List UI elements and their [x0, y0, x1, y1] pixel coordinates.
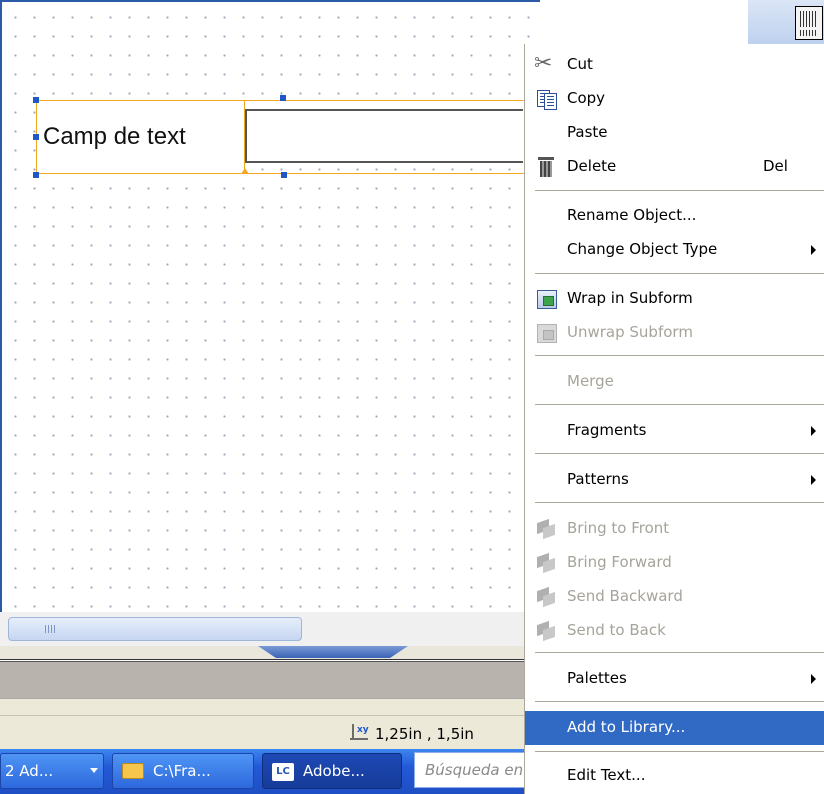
- bring-forward-icon: [536, 553, 558, 573]
- palette-icon[interactable]: [795, 6, 823, 40]
- chevron-down-icon: [90, 768, 98, 773]
- livecycle-icon: LC: [272, 763, 294, 781]
- menu-separator: [535, 404, 824, 405]
- menu-item-palettes[interactable]: Palettes: [525, 662, 824, 696]
- taskbar-item-label: 2 Ad...: [5, 762, 54, 780]
- trash-icon: [536, 157, 558, 177]
- selection-handle[interactable]: [280, 95, 286, 101]
- menu-item-change-object-type[interactable]: Change Object Type: [525, 233, 824, 267]
- menu-item-merge[interactable]: Merge: [525, 365, 824, 399]
- menu-item-label: Send Backward: [567, 587, 683, 605]
- bring-to-front-icon: [536, 519, 558, 539]
- menu-item-label: Bring to Front: [567, 519, 670, 537]
- menu-item-cut[interactable]: Cut: [525, 48, 824, 82]
- menu-item-label: Fragments: [567, 421, 647, 439]
- menu-separator: [535, 453, 824, 454]
- menu-separator: [535, 273, 824, 274]
- menu-item-bring-to-front[interactable]: Bring to Front: [525, 512, 824, 546]
- context-menu: Cut Copy Paste Delete Del Rename Object.…: [524, 44, 824, 794]
- menu-separator: [535, 355, 824, 356]
- text-field-caption-box[interactable]: Camp de text: [36, 100, 245, 174]
- menu-item-patterns[interactable]: Patterns: [525, 463, 824, 497]
- menu-item-bring-forward[interactable]: Bring Forward: [525, 546, 824, 580]
- menu-item-label: Bring Forward: [567, 553, 672, 571]
- wrap-subform-icon: [536, 289, 558, 309]
- taskbar-search-input[interactable]: Búsqueda en: [414, 752, 540, 788]
- menu-separator: [535, 190, 824, 191]
- menu-item-send-to-back[interactable]: Send to Back: [525, 614, 824, 648]
- grip-icon: [45, 625, 57, 633]
- menu-item-label: Wrap in Subform: [567, 289, 693, 307]
- menu-item-add-to-library[interactable]: Add to Library...: [525, 711, 824, 745]
- selection-handle[interactable]: [281, 172, 287, 178]
- selection-handle[interactable]: [33, 134, 39, 140]
- menu-separator: [535, 701, 824, 702]
- menu-item-label: Delete: [567, 157, 617, 175]
- menu-item-send-backward[interactable]: Send Backward: [525, 580, 824, 614]
- design-canvas[interactable]: [0, 0, 540, 612]
- menu-separator: [535, 652, 824, 653]
- text-field-input[interactable]: [245, 109, 523, 163]
- tab-bar: [0, 661, 540, 699]
- splitter-toggle-tab[interactable]: [258, 646, 408, 658]
- menu-item-label: Merge: [567, 372, 614, 390]
- menu-item-paste[interactable]: Paste: [525, 116, 824, 150]
- menu-separator: [535, 751, 824, 752]
- menu-item-label: Cut: [567, 55, 593, 73]
- unwrap-subform-icon: [536, 323, 558, 343]
- menu-item-fragments[interactable]: Fragments: [525, 414, 824, 448]
- text-field-caption: Camp de text: [43, 123, 186, 150]
- menu-item-label: Rename Object...: [567, 206, 697, 224]
- send-to-back-icon: [536, 621, 558, 641]
- menu-item-label: Change Object Type: [567, 240, 718, 258]
- caption-split-handle[interactable]: [241, 168, 249, 174]
- submenu-arrow-icon: [811, 426, 816, 436]
- menu-item-label: Patterns: [567, 470, 629, 488]
- menu-item-label: Add to Library...: [567, 718, 686, 736]
- text-field-input-area[interactable]: [245, 100, 535, 174]
- folder-icon: [122, 763, 144, 779]
- menu-item-wrap-in-subform[interactable]: Wrap in Subform: [525, 282, 824, 316]
- menu-item-rename-object[interactable]: Rename Object...: [525, 199, 824, 233]
- submenu-arrow-icon: [811, 475, 816, 485]
- menu-item-label: Send to Back: [567, 621, 666, 639]
- menu-item-label: Paste: [567, 123, 608, 141]
- scrollbar-thumb[interactable]: [8, 617, 302, 641]
- scissors-icon: [534, 51, 558, 76]
- selection-handle[interactable]: [33, 172, 39, 178]
- menu-item-label: Copy: [567, 89, 606, 107]
- status-spacer: [0, 699, 540, 715]
- shortcut-label: Del: [763, 157, 788, 175]
- cursor-coordinates: 1,25in , 1,5in: [375, 725, 474, 743]
- menu-item-label: Palettes: [567, 669, 627, 687]
- submenu-arrow-icon: [811, 245, 816, 255]
- copy-icon: [536, 89, 558, 110]
- menu-item-label: Unwrap Subform: [567, 323, 693, 341]
- taskbar-item-label: Adobe...: [303, 762, 365, 780]
- menu-item-edit-text[interactable]: Edit Text...: [525, 759, 824, 793]
- menu-separator: [535, 502, 824, 503]
- submenu-arrow-icon: [811, 674, 816, 684]
- send-backward-icon: [536, 587, 558, 607]
- menu-item-copy[interactable]: Copy: [525, 82, 824, 116]
- taskbar-item-label: C:\Fra...: [153, 762, 211, 780]
- selection-handle[interactable]: [33, 97, 39, 103]
- taskbar-item-group[interactable]: 2 Ad...: [0, 753, 104, 789]
- menu-item-unwrap-subform[interactable]: Unwrap Subform: [525, 316, 824, 350]
- menu-item-delete[interactable]: Delete Del: [525, 150, 824, 184]
- menu-item-label: Edit Text...: [567, 766, 646, 784]
- coordinates-icon: xy: [350, 724, 370, 742]
